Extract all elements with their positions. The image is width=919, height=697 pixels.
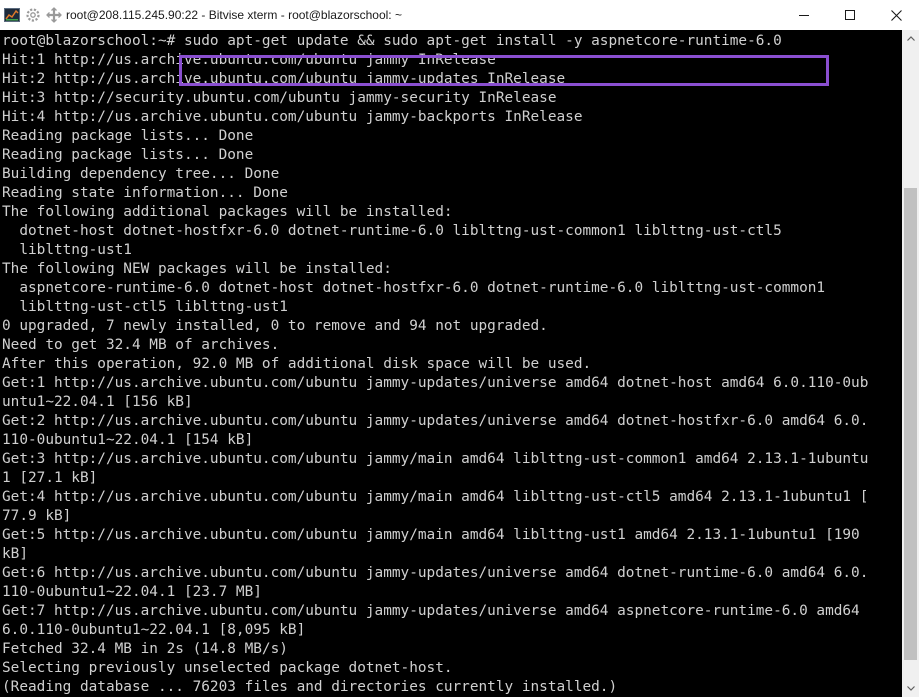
terminal-line: Get:4 http://us.archive.ubuntu.com/ubunt… xyxy=(2,489,869,505)
terminal-line: The following NEW packages will be insta… xyxy=(2,261,392,277)
scroll-down-button[interactable] xyxy=(902,680,919,697)
terminal-line: 0 upgraded, 7 newly installed, 0 to remo… xyxy=(2,318,548,334)
minimize-button[interactable] xyxy=(781,0,827,30)
terminal-line: liblttng-ust1 xyxy=(2,242,132,258)
maximize-icon xyxy=(845,10,855,20)
terminal-line: 6.0.110-0ubuntu1~22.04.1 [8,095 kB] xyxy=(2,622,306,638)
terminal-line: Hit:4 http://us.archive.ubuntu.com/ubunt… xyxy=(2,109,583,125)
terminal-line: Hit:3 http://security.ubuntu.com/ubuntu … xyxy=(2,90,557,106)
terminal-line: 110-0ubuntu1~22.04.1 [23.7 MB] xyxy=(2,584,262,600)
terminal-line: Reading package lists... Done xyxy=(2,128,254,144)
terminal-line: 110-0ubuntu1~22.04.1 [154 kB] xyxy=(2,432,254,448)
terminal-lines: root@blazorschool:~# sudo apt-get update… xyxy=(2,32,868,697)
command-highlight-box xyxy=(179,55,829,86)
window-title: root@208.115.245.90:22 - Bitvise xterm -… xyxy=(66,8,402,22)
gear-icon[interactable] xyxy=(25,7,41,23)
terminal-line: liblttng-ust-ctl5 liblttng-ust1 xyxy=(2,299,288,315)
vertical-scrollbar[interactable] xyxy=(902,30,919,697)
terminal-line: kB] xyxy=(2,546,28,562)
chevron-up-icon xyxy=(906,36,915,41)
terminal-line: The following additional packages will b… xyxy=(2,204,453,220)
terminal-output[interactable]: root@blazorschool:~# sudo apt-get update… xyxy=(0,30,902,697)
terminal-line: Get:6 http://us.archive.ubuntu.com/ubunt… xyxy=(2,565,869,581)
window-titlebar[interactable]: root@208.115.245.90:22 - Bitvise xterm -… xyxy=(0,0,919,30)
terminal-line: Building dependency tree... Done xyxy=(2,166,280,182)
scrollbar-thumb[interactable] xyxy=(904,188,917,660)
terminal-line: After this operation, 92.0 MB of additio… xyxy=(2,356,592,372)
terminal-line: root@blazorschool:~# sudo apt-get update… xyxy=(2,33,782,49)
bitvise-terminal-icon[interactable] xyxy=(4,7,20,23)
close-icon xyxy=(890,9,902,21)
terminal-line: Get:7 http://us.archive.ubuntu.com/ubunt… xyxy=(2,603,860,619)
minimize-icon xyxy=(799,15,809,16)
move-arrows-icon[interactable] xyxy=(46,7,62,23)
terminal-line: Get:3 http://us.archive.ubuntu.com/ubunt… xyxy=(2,451,869,467)
terminal-line: Fetched 32.4 MB in 2s (14.8 MB/s) xyxy=(2,641,288,657)
terminal-line: Get:2 http://us.archive.ubuntu.com/ubunt… xyxy=(2,413,869,429)
terminal-line: 77.9 kB] xyxy=(2,508,72,524)
terminal-line: Get:5 http://us.archive.ubuntu.com/ubunt… xyxy=(2,527,860,543)
terminal-line: 1 [27.1 kB] xyxy=(2,470,98,486)
maximize-button[interactable] xyxy=(827,0,873,30)
terminal-line: Reading package lists... Done xyxy=(2,147,254,163)
terminal-line: dotnet-host dotnet-hostfxr-6.0 dotnet-ru… xyxy=(2,223,782,239)
close-button[interactable] xyxy=(873,0,919,30)
chevron-down-icon xyxy=(906,686,915,691)
terminal-line: untu1~22.04.1 [156 kB] xyxy=(2,394,193,410)
terminal-line: Get:1 http://us.archive.ubuntu.com/ubunt… xyxy=(2,375,869,391)
terminal-line: aspnetcore-runtime-6.0 dotnet-host dotne… xyxy=(2,280,826,296)
terminal-line: (Reading database ... 76203 files and di… xyxy=(2,679,618,695)
scroll-up-button[interactable] xyxy=(902,30,919,47)
terminal-line: Reading state information... Done xyxy=(2,185,288,201)
terminal-line: Selecting previously unselected package … xyxy=(2,660,453,676)
terminal-line: Need to get 32.4 MB of archives. xyxy=(2,337,280,353)
